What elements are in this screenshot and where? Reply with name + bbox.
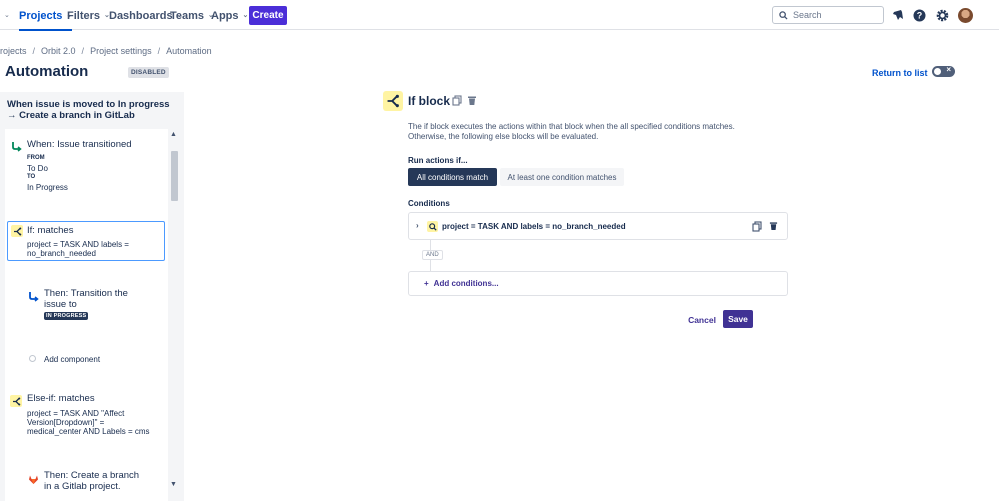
nav-apps-label: Apps (211, 10, 239, 22)
create-button[interactable]: Create (249, 6, 287, 25)
avatar[interactable] (958, 8, 973, 23)
add-component-button[interactable]: Add component (5, 352, 168, 368)
then-transition-title: Then: Transition the issue to (44, 288, 128, 310)
search-input[interactable]: Search (772, 6, 884, 24)
help-icon[interactable]: ? (912, 8, 926, 22)
conditions-label: Conditions (408, 199, 450, 208)
close-icon: × (946, 65, 951, 74)
if-block-condition: project = TASK AND labels = no_branch_ne… (27, 240, 129, 258)
else-if-condition: project = TASK AND "Affect Version[Dropd… (27, 409, 150, 436)
bell-icon[interactable] (891, 8, 905, 22)
search-icon (779, 10, 788, 20)
from-label: FROM (27, 155, 45, 161)
nav-dashboards-label: Dashboards (109, 10, 173, 22)
cancel-button[interactable]: Cancel (683, 311, 721, 329)
to-label: TO (27, 174, 36, 180)
from-value: To Do (27, 164, 48, 173)
copy-icon[interactable] (752, 221, 762, 235)
trigger-title: When: Issue transitioned (27, 139, 132, 150)
editor-description: The if block executes the actions within… (408, 122, 735, 141)
transition-icon (27, 290, 39, 302)
nav-apps[interactable]: Apps ⌄ (211, 8, 248, 24)
breadcrumb-item[interactable]: Orbit 2.0 (41, 46, 76, 56)
else-if-component[interactable]: Else-if: matches project = TASK AND "Aff… (5, 387, 168, 442)
add-dot-icon (29, 355, 36, 362)
plus-icon: + (424, 279, 429, 288)
save-button[interactable]: Save (723, 310, 753, 328)
condition-actions (752, 221, 778, 235)
nav-teams-label: Teams (170, 10, 205, 22)
trigger-component[interactable]: When: Issue transitioned FROM To Do TO I… (5, 129, 168, 209)
breadcrumb: Projects / Orbit 2.0 / Project settings … (0, 46, 212, 56)
then-branch-title: Then: Create a branch in a Gitlab projec… (44, 470, 140, 492)
if-block-icon (11, 225, 23, 237)
search-placeholder: Search (793, 10, 822, 20)
return-to-list-link[interactable]: Return to list (872, 68, 928, 78)
editor-title: If block (408, 94, 451, 108)
if-block-icon (383, 91, 403, 111)
add-conditions-label: Add conditions... (433, 279, 499, 288)
breadcrumb-separator: / (157, 46, 161, 56)
chevron-down-icon: ⌄ (242, 12, 249, 19)
then-branch-component[interactable]: Then: Create a branch in a Gitlab projec… (5, 464, 168, 501)
add-conditions-button[interactable]: + Add conditions... (408, 271, 788, 296)
add-component-label: Add component (44, 355, 101, 364)
all-conditions-option[interactable]: All conditions match (408, 168, 497, 186)
page-title: Automation (5, 63, 89, 80)
trash-icon[interactable] (467, 95, 477, 109)
nav-projects-label: Projects (19, 10, 63, 22)
scroll-down-icon[interactable]: ▼ (170, 481, 177, 488)
nav-filters-label: Filters (67, 10, 101, 22)
breadcrumb-separator: / (81, 46, 85, 56)
rule-enabled-toggle[interactable]: × (932, 65, 955, 77)
condition-row[interactable]: › project = TASK AND labels = no_branch_… (408, 212, 788, 240)
settings-icon[interactable] (935, 8, 949, 22)
add-conditions-content: + Add conditions... (424, 279, 499, 288)
scroll-up-icon[interactable]: ▲ (170, 131, 177, 138)
editor-title-actions (452, 95, 477, 109)
breadcrumb-item[interactable]: Project settings (90, 46, 152, 56)
nav-filters[interactable]: Filters ⌄ (67, 8, 110, 24)
if-block-icon (10, 395, 22, 407)
to-value: In Progress (27, 183, 68, 192)
any-condition-option[interactable]: At least one condition matches (500, 168, 624, 186)
breadcrumb-separator: / (32, 46, 36, 56)
trash-icon[interactable] (769, 221, 778, 235)
top-navigation: ⌄ Projects ⌄ Filters ⌄ Dashboards ⌄ Teams ⌄ … (0, 0, 999, 31)
status-badge: DISABLED (128, 67, 169, 78)
if-block-title: If: matches (27, 225, 74, 236)
breadcrumb-item[interactable]: Projects (0, 46, 27, 56)
rule-component-list: When: Issue transitioned FROM To Do TO I… (5, 129, 168, 501)
rule-title: When issue is moved to In progress → Cre… (7, 99, 170, 121)
chevron-right-icon[interactable]: › (416, 221, 419, 230)
run-actions-label: Run actions if... (408, 156, 468, 165)
search-icon (427, 221, 438, 232)
gitlab-icon (27, 473, 39, 485)
scrollbar[interactable]: ▲ ▼ (168, 129, 180, 491)
then-transition-component[interactable]: Then: Transition the issue to IN PROGRES… (5, 279, 168, 324)
breadcrumb-item[interactable]: Automation (166, 46, 212, 56)
scroll-thumb[interactable] (171, 151, 178, 201)
nav-teams[interactable]: Teams ⌄ (170, 8, 214, 24)
copy-icon[interactable] (452, 95, 462, 109)
else-if-title: Else-if: matches (27, 393, 95, 404)
chevron-down-icon[interactable]: ⌄ (4, 11, 10, 19)
rule-outline-panel: When issue is moved to In progress → Cre… (0, 92, 184, 501)
condition-text: project = TASK AND labels = no_branch_ne… (442, 222, 626, 231)
svg-text:?: ? (916, 10, 922, 20)
if-block-component[interactable]: If: matches project = TASK AND labels = … (7, 221, 165, 261)
status-lozenge: IN PROGRESS (44, 312, 89, 320)
nav-projects[interactable]: Projects ⌄ (19, 8, 73, 31)
and-badge: AND (422, 250, 443, 260)
transition-icon (10, 140, 22, 152)
